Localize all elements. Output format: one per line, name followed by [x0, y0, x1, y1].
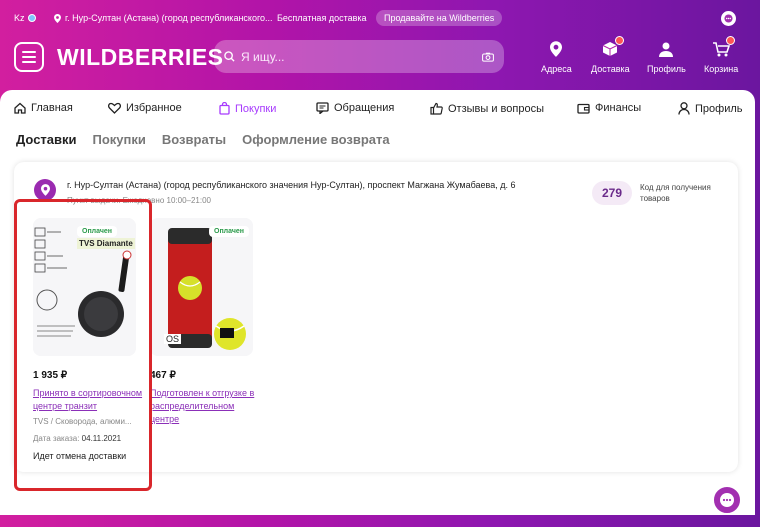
top-bar: Kz г. Нур-Султан (Астана) (город республ…	[0, 0, 760, 34]
tab-label: Покупки	[235, 102, 277, 115]
free-shipping-link[interactable]: Бесплатная доставка	[277, 13, 367, 23]
user-icon	[657, 40, 675, 58]
camera-icon[interactable]	[482, 52, 494, 62]
city-selector[interactable]: г. Нур-Султан (Астана) (город республика…	[54, 13, 273, 23]
tab-home[interactable]: Главная	[14, 102, 73, 114]
nav-profile[interactable]: Профиль	[647, 40, 686, 74]
search-icon	[224, 51, 235, 62]
language-switch[interactable]: Kz	[14, 13, 36, 23]
purchase-subtabs: Доставки Покупки Возвраты Оформление воз…	[16, 132, 390, 147]
product-image-tennis-balls[interactable]: Оплачен OS	[150, 218, 253, 356]
cart-badge	[726, 36, 736, 45]
burger-line	[22, 61, 36, 63]
subtab-purchases[interactable]: Покупки	[93, 132, 146, 147]
tab-profile[interactable]: Профиль	[678, 102, 743, 115]
tab-label: Избранное	[126, 102, 182, 114]
tab-label: Профиль	[695, 102, 743, 115]
chat-icon	[720, 493, 734, 507]
user-icon	[678, 102, 690, 115]
subtab-return-request[interactable]: Оформление возврата	[242, 132, 389, 147]
tab-appeals[interactable]: Обращения	[316, 102, 394, 114]
nav-label: Корзина	[704, 64, 739, 74]
wallet-icon	[577, 103, 590, 114]
globe-icon	[27, 14, 36, 22]
nav-label: Адреса	[541, 64, 572, 74]
pickup-code-label: Код для получения товаров	[640, 183, 711, 203]
heart-icon	[108, 102, 121, 114]
search-placeholder: Я ищу...	[241, 49, 285, 64]
nav-label: Профиль	[647, 64, 686, 74]
header: WILDBERRIES Я ищу... Адреса Доставка Про…	[0, 34, 760, 90]
subtab-deliveries[interactable]: Доставки	[16, 132, 77, 147]
tab-purchases[interactable]: Покупки	[219, 102, 276, 115]
pickup-address: г. Нур-Султан (Астана) (город республика…	[67, 180, 516, 190]
city-label: г. Нур-Султан (Астана) (город республика…	[65, 13, 273, 23]
product-status-link[interactable]: Подготовлен к отгрузке в распределительн…	[150, 387, 260, 426]
tab-label: Обращения	[334, 102, 395, 114]
tab-reviews[interactable]: Отзывы и вопросы	[430, 102, 544, 115]
tab-finances[interactable]: Финансы	[577, 102, 641, 114]
box-icon	[601, 36, 625, 58]
cart-icon	[712, 36, 736, 58]
thumbs-up-icon	[430, 102, 443, 115]
product-price: 467 ₽	[150, 370, 176, 381]
chat-icon[interactable]	[721, 11, 736, 26]
sell-on-wildberries-button[interactable]: Продавайте на Wildberries	[376, 10, 503, 26]
tab-label: Финансы	[595, 102, 642, 114]
product-item[interactable]: Оплачен OS 467 ₽ Подготовлен к отгрузке …	[150, 218, 260, 426]
delivery-badge	[615, 36, 625, 45]
nav-label: Доставка	[591, 64, 630, 74]
map-pin-icon	[34, 179, 56, 201]
tab-favorites[interactable]: Избранное	[108, 102, 182, 114]
language-label: Kz	[14, 13, 25, 23]
product-image-label: OS	[164, 334, 182, 344]
pickup-code: 279	[592, 181, 632, 205]
message-icon	[316, 102, 329, 114]
search-input[interactable]: Я ищу...	[214, 40, 504, 73]
highlight-frame	[14, 199, 152, 491]
menu-button[interactable]	[14, 42, 44, 72]
burger-line	[22, 56, 36, 58]
nav-cart[interactable]: Корзина	[704, 36, 739, 74]
nav-delivery[interactable]: Доставка	[591, 36, 630, 74]
burger-line	[22, 51, 36, 53]
map-pin-icon	[547, 40, 565, 58]
home-icon	[14, 102, 26, 114]
tab-label: Главная	[31, 102, 73, 114]
paid-badge: Оплачен	[209, 226, 250, 237]
logo[interactable]: WILDBERRIES	[57, 44, 224, 71]
map-pin-icon	[54, 13, 61, 23]
nav-addresses[interactable]: Адреса	[541, 40, 572, 74]
tab-label: Отзывы и вопросы	[448, 102, 544, 115]
subtab-returns[interactable]: Возвраты	[162, 132, 226, 147]
chat-button[interactable]	[712, 485, 742, 515]
bag-icon	[219, 102, 230, 115]
